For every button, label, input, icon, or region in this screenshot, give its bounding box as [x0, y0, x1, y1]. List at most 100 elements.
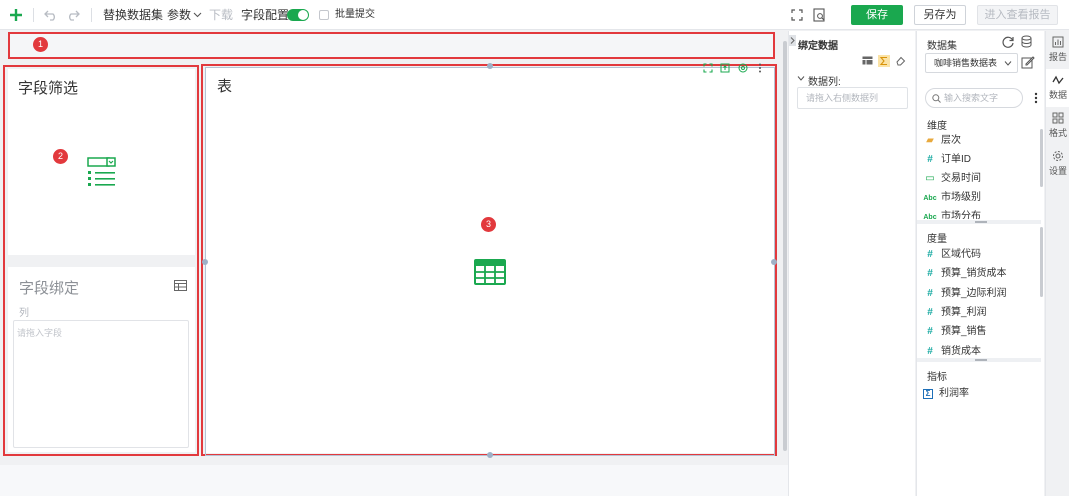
edit-dataset-icon[interactable] [1021, 56, 1035, 70]
rail-tab-data[interactable]: 数据 [1046, 69, 1069, 107]
field-item-label: 预算_边际利润 [941, 288, 1007, 299]
widget-link-icon[interactable] [738, 63, 748, 73]
field-binding-card[interactable]: 字段绑定 列 请拖入字段 [8, 267, 195, 452]
field-drop-zone[interactable]: 请拖入字段 [13, 320, 189, 448]
report-canvas: 1 字段筛选 2 字段绑定 列 请拖入字段 表 3 [0, 31, 781, 465]
divider-grip[interactable] [975, 359, 987, 361]
badge-2: 2 [53, 149, 68, 164]
save-as-button[interactable]: 另存为 [914, 5, 966, 25]
save-button[interactable]: 保存 [851, 5, 903, 25]
add-icon[interactable] [7, 6, 25, 24]
field-item-dimension[interactable]: ▭ 交易时间 [923, 169, 1039, 188]
field-item-label: 交易时间 [941, 173, 981, 184]
rail-tab-label: 报告 [1048, 52, 1067, 62]
dataset-manage-icon[interactable] [1021, 35, 1034, 49]
rail-tab-settings[interactable]: 设置 [1046, 145, 1069, 183]
canvas-bottom-strip [0, 465, 790, 496]
table-settings-icon[interactable] [174, 280, 187, 291]
eraser-icon[interactable] [895, 55, 906, 66]
resize-handle-bottom[interactable] [487, 452, 493, 458]
highlight-region-1 [8, 32, 775, 59]
hierarchy-folder-icon: ▰ [926, 135, 934, 146]
widget-export-icon[interactable] [720, 63, 730, 73]
field-item-measure[interactable]: # 预算_边际利润 [923, 284, 1039, 303]
table-mode-icon[interactable] [862, 55, 873, 66]
measure-scrollbar-thumb[interactable] [1040, 227, 1043, 297]
field-config-toggle[interactable] [287, 9, 309, 21]
field-item-measure[interactable]: # 预算_利润 [923, 303, 1039, 322]
field-item-dimension[interactable]: # 订单ID [923, 150, 1039, 169]
field-item-measure[interactable]: # 区域代码 [923, 245, 1039, 264]
field-item-measure[interactable]: # 预算_销售 [923, 322, 1039, 341]
fullscreen-icon[interactable] [788, 6, 806, 24]
dimension-scrollbar-thumb[interactable] [1040, 129, 1043, 187]
top-toolbar: 替换数据集 参数 下载 字段配置 批量提交 保存 另存为 进入查看报告 [0, 0, 1069, 30]
field-item-dimension[interactable]: Abc 市场分布 [923, 207, 1039, 219]
field-item-label: 市场级别 [941, 192, 981, 203]
field-search-placeholder: 输入搜索文字 [944, 93, 999, 103]
field-item-measure[interactable]: # 销货成本 [923, 342, 1039, 358]
field-item-measure[interactable]: # 预算_销货成本 [923, 264, 1039, 283]
field-drop-placeholder: 请拖入字段 [17, 328, 63, 338]
expand-data-col-icon[interactable] [797, 75, 805, 82]
rail-tab-report[interactable]: 报告 [1046, 31, 1069, 69]
field-item-dimension[interactable]: ▰ 层次 [923, 131, 1039, 150]
preview-icon[interactable] [810, 6, 828, 24]
params-dropdown[interactable]: 参数 [167, 0, 202, 30]
badge-1: 1 [33, 37, 48, 52]
field-item-dimension[interactable]: Abc 市场级别 [923, 188, 1039, 207]
dataset-select-value: 咖啡销售数据表 [934, 58, 998, 68]
number-field-icon: # [927, 154, 933, 165]
format-grid-icon [1052, 112, 1064, 124]
refresh-icon[interactable] [1001, 35, 1015, 49]
field-search-input[interactable]: 输入搜索文字 [925, 88, 1023, 108]
dataset-select[interactable]: 咖啡销售数据表 [925, 53, 1018, 73]
resize-handle-left[interactable] [202, 259, 208, 265]
rail-tab-format[interactable]: 格式 [1046, 107, 1069, 145]
measure-label: 度量 [927, 234, 947, 245]
chevron-down-icon [1004, 61, 1012, 66]
data-line-icon [1052, 75, 1064, 85]
data-col-drop-placeholder: 请拖入右侧数据列 [806, 93, 879, 103]
rail-tab-label: 数据 [1048, 90, 1067, 100]
widget-fullscreen-icon[interactable] [703, 63, 713, 73]
replace-dataset-button[interactable]: 替换数据集 [103, 0, 163, 30]
batch-submit-checkbox[interactable] [319, 10, 329, 20]
field-item-label: 利润率 [939, 388, 969, 399]
redo-icon[interactable] [64, 6, 82, 24]
divider-grip[interactable] [975, 221, 987, 223]
number-field-icon: # [927, 268, 933, 279]
field-item-label: 预算_销售 [941, 326, 987, 337]
gear-icon [1053, 151, 1063, 161]
collapse-panel-icon[interactable] [789, 35, 796, 46]
widget-more-icon[interactable] [757, 63, 763, 73]
data-col-drop-zone[interactable]: 请拖入右侧数据列 [797, 87, 908, 109]
right-rail: 报告 数据 格式 设置 [1045, 31, 1069, 496]
filter-list-icon [87, 157, 116, 186]
col-label: 列 [19, 308, 29, 319]
field-filter-title: 字段筛选 [18, 80, 79, 97]
more-options-icon[interactable] [1034, 92, 1038, 104]
field-filter-card[interactable]: 字段筛选 [8, 69, 195, 255]
canvas-scrollbar-thumb[interactable] [783, 41, 787, 451]
indicator-icon: Σ [923, 389, 933, 399]
binding-panel: 绑定数据 数据列: 请拖入右侧数据列 [788, 31, 915, 496]
batch-submit-label: 批量提交 [335, 9, 375, 20]
resize-handle-right[interactable] [771, 259, 777, 265]
chevron-down-icon [193, 12, 202, 18]
resize-handle-top[interactable] [487, 63, 493, 69]
download-button[interactable]: 下载 [209, 0, 233, 30]
field-item-indicator[interactable]: Σ 利润率 [923, 384, 1039, 403]
field-config-label: 字段配置 [241, 8, 290, 22]
table-selection-frame [205, 67, 775, 456]
field-item-label: 销货成本 [941, 346, 981, 357]
number-field-icon: # [927, 288, 933, 299]
binding-panel-title: 绑定数据 [798, 41, 838, 52]
dataset-panel: 数据集 咖啡销售数据表 输入搜索文字 维度 ▰ 层次 # 订单ID ▭ 交易时间 Ab… [916, 31, 1044, 496]
sum-icon[interactable] [878, 55, 890, 67]
enter-view-report-button[interactable]: 进入查看报告 [977, 5, 1058, 25]
field-item-label: 预算_利润 [941, 307, 987, 318]
dataset-title: 数据集 [927, 41, 957, 52]
undo-icon[interactable] [42, 6, 60, 24]
field-binding-title: 字段绑定 [19, 280, 80, 297]
